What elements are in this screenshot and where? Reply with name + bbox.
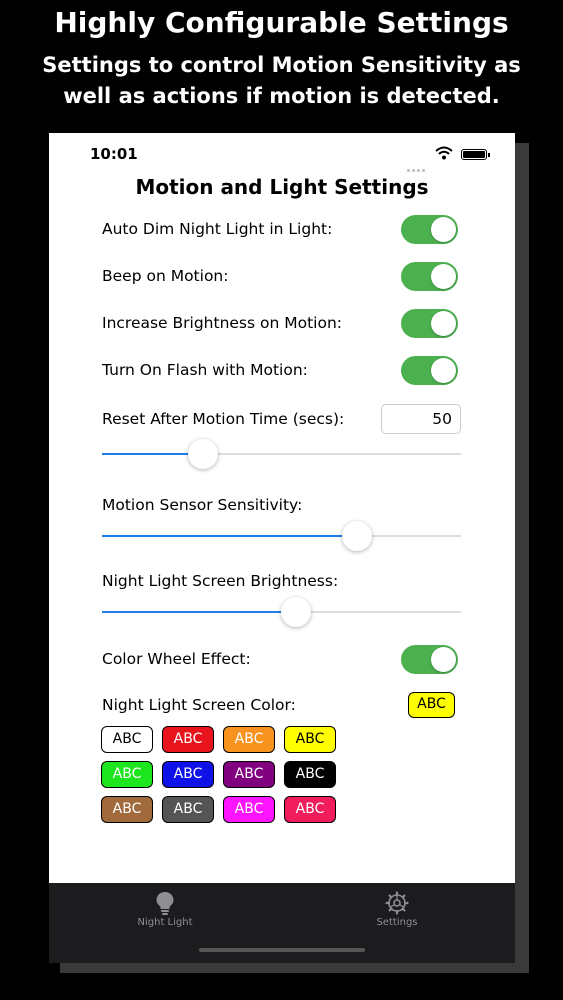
tab-night-light[interactable]: Night Light [105,891,225,928]
home-indicator [199,948,365,952]
flash-with-motion-label: Turn On Flash with Motion: [102,361,308,379]
gear-icon [385,891,409,915]
color-swatch[interactable]: ABC [284,761,336,788]
reset-time-field[interactable]: 50 [381,404,461,434]
motion-sensitivity-label: Motion Sensor Sensitivity: [102,496,303,514]
tab-settings[interactable]: Settings [337,891,457,928]
screen-brightness-slider[interactable] [102,597,461,627]
flash-with-motion-toggle[interactable] [401,356,458,385]
auto-dim-toggle[interactable] [401,215,458,244]
increase-brightness-label: Increase Brightness on Motion: [102,314,343,332]
screen-color-label: Night Light Screen Color: [102,696,296,714]
selected-color-preview: ABC [408,692,455,718]
slider-thumb[interactable] [187,439,218,469]
slider-thumb[interactable] [280,597,311,627]
color-swatch[interactable]: ABC [101,761,153,788]
color-swatch[interactable]: ABC [223,761,275,788]
color-swatch[interactable]: ABC [162,796,214,823]
color-swatch[interactable]: ABC [101,796,153,823]
reset-time-slider[interactable] [102,439,461,469]
increase-brightness-toggle[interactable] [401,309,458,338]
page-title: Motion and Light Settings [135,175,429,199]
color-swatch[interactable]: ABC [223,726,275,753]
auto-dim-label: Auto Dim Night Light in Light: [102,220,333,238]
tab-settings-label: Settings [376,917,418,928]
slider-fill [102,535,357,537]
beep-on-motion-toggle[interactable] [401,262,458,291]
promo-subtitle: Settings to control Motion Sensitivity a… [20,50,543,112]
screen-brightness-label: Night Light Screen Brightness: [102,572,339,590]
phone-screen: 10:01 Motion and Light Settings Auto Dim… [49,133,515,963]
motion-sensitivity-slider[interactable] [102,521,461,551]
color-swatch[interactable]: ABC [162,761,214,788]
slider-thumb[interactable] [341,521,372,551]
color-wheel-toggle[interactable] [401,645,458,674]
reset-time-label: Reset After Motion Time (secs): [102,410,345,428]
color-swatch[interactable]: ABC [101,726,153,753]
color-swatch[interactable]: ABC [162,726,214,753]
color-wheel-label: Color Wheel Effect: [102,650,251,668]
promo-subtitle-line2: well as actions if motion is detected. [63,84,500,108]
slider-fill [102,611,296,613]
status-time: 10:01 [90,145,138,163]
signal-icon [407,157,429,172]
tab-night-light-label: Night Light [137,917,193,928]
color-swatch[interactable]: ABC [223,796,275,823]
lightbulb-icon [156,892,174,915]
promo-subtitle-line1: Settings to control Motion Sensitivity a… [42,53,521,77]
beep-on-motion-label: Beep on Motion: [102,267,229,285]
battery-icon [461,149,490,160]
color-swatch[interactable]: ABC [284,726,336,753]
color-swatch[interactable]: ABC [284,796,336,823]
promo-title: Highly Configurable Settings [54,6,509,39]
wifi-icon [435,146,453,160]
tab-bar: Night Light Settings [49,883,515,963]
